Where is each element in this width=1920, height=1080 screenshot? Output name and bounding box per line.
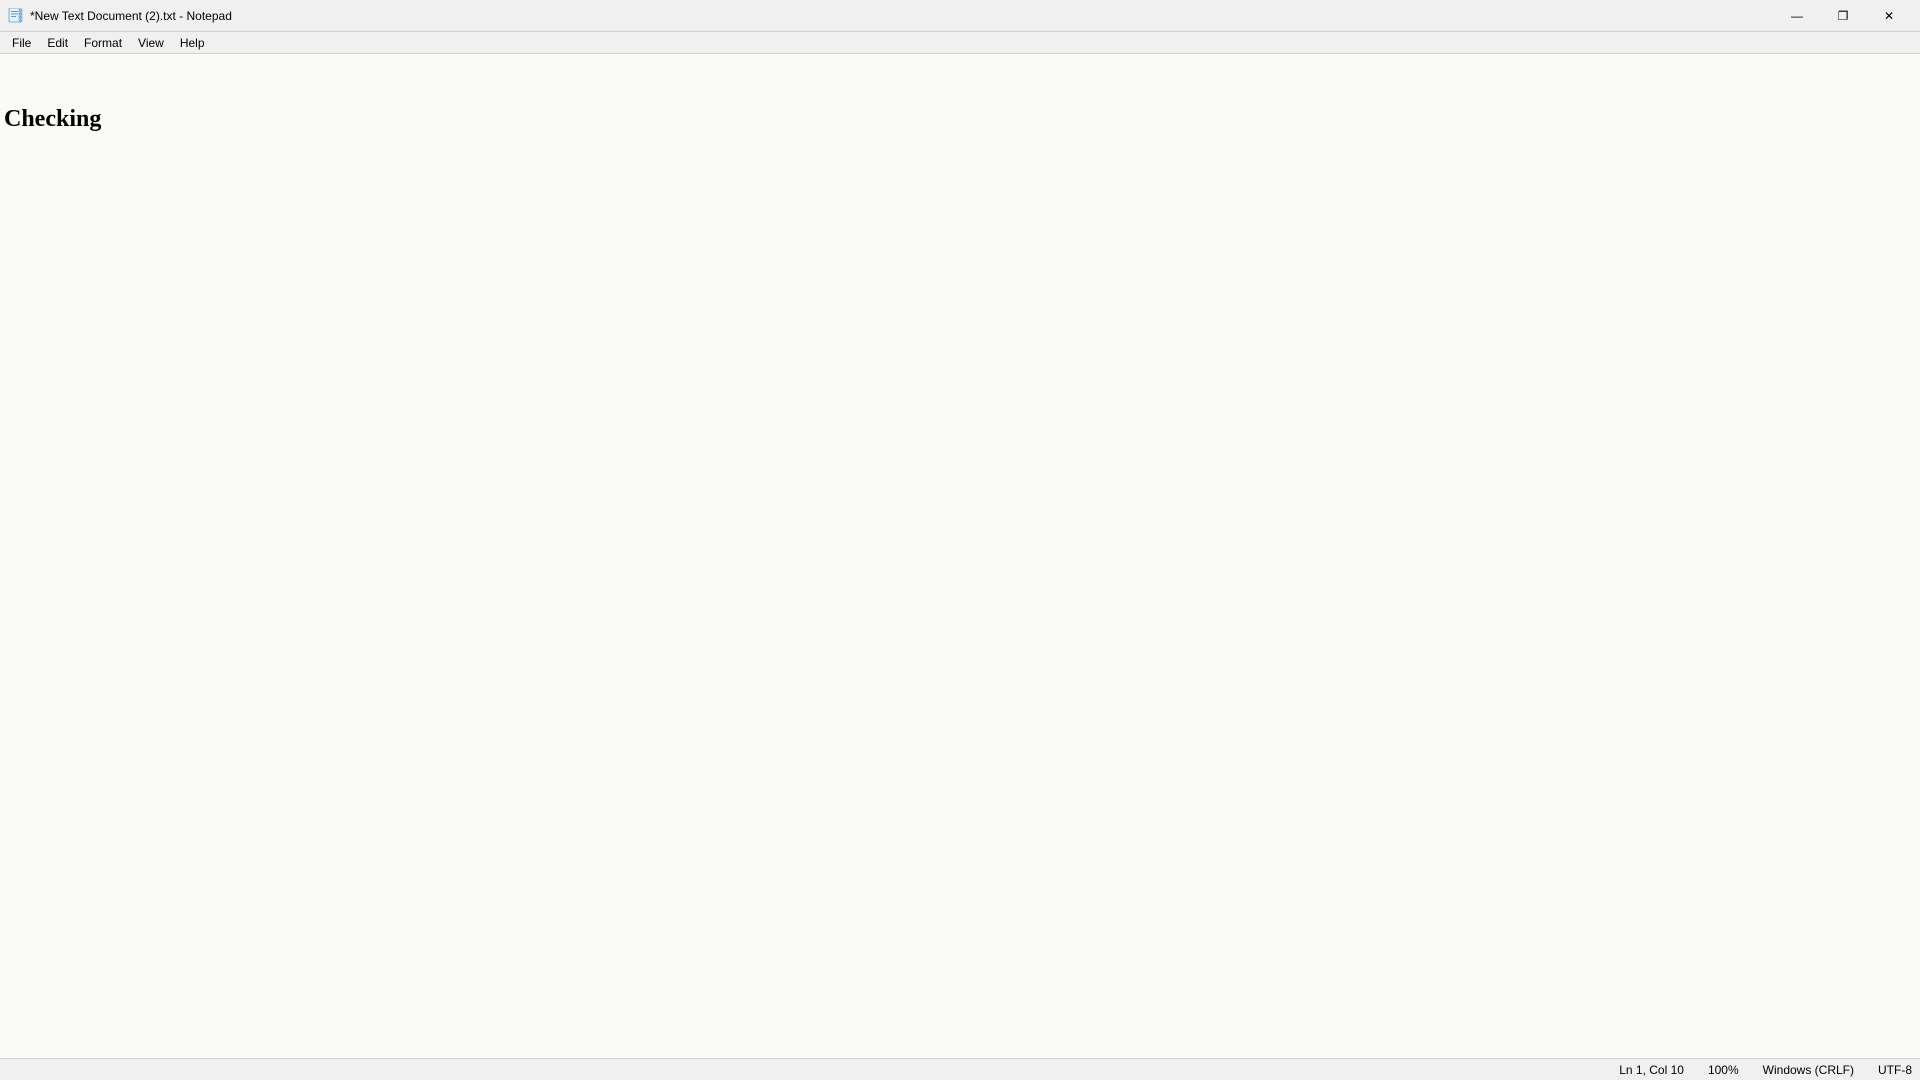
menu-edit[interactable]: Edit [39, 32, 76, 54]
maximize-button[interactable]: ❐ [1820, 0, 1866, 32]
window-controls: — ❐ ✕ [1774, 0, 1912, 32]
menu-view[interactable]: View [130, 32, 172, 54]
title-left: *New Text Document (2).txt - Notepad [8, 8, 232, 24]
notepad-icon [8, 8, 24, 24]
menu-format[interactable]: Format [76, 32, 130, 54]
close-button[interactable]: ✕ [1866, 0, 1912, 32]
minimize-button[interactable]: — [1774, 0, 1820, 32]
line-ending: Windows (CRLF) [1763, 1063, 1854, 1077]
zoom-level: 100% [1708, 1063, 1739, 1077]
cursor-position: Ln 1, Col 10 [1619, 1063, 1684, 1077]
menu-file[interactable]: File [4, 32, 39, 54]
menu-help[interactable]: Help [172, 32, 213, 54]
editor-content-text: Checking [0, 106, 105, 133]
status-bar: Ln 1, Col 10 100% Windows (CRLF) UTF-8 [0, 1058, 1920, 1080]
title-bar: *New Text Document (2).txt - Notepad — ❐… [0, 0, 1920, 32]
menu-bar: File Edit Format View Help [0, 32, 1920, 54]
window-title: *New Text Document (2).txt - Notepad [30, 9, 232, 23]
encoding: UTF-8 [1878, 1063, 1912, 1077]
editor-area[interactable]: Checking [0, 54, 1920, 1058]
